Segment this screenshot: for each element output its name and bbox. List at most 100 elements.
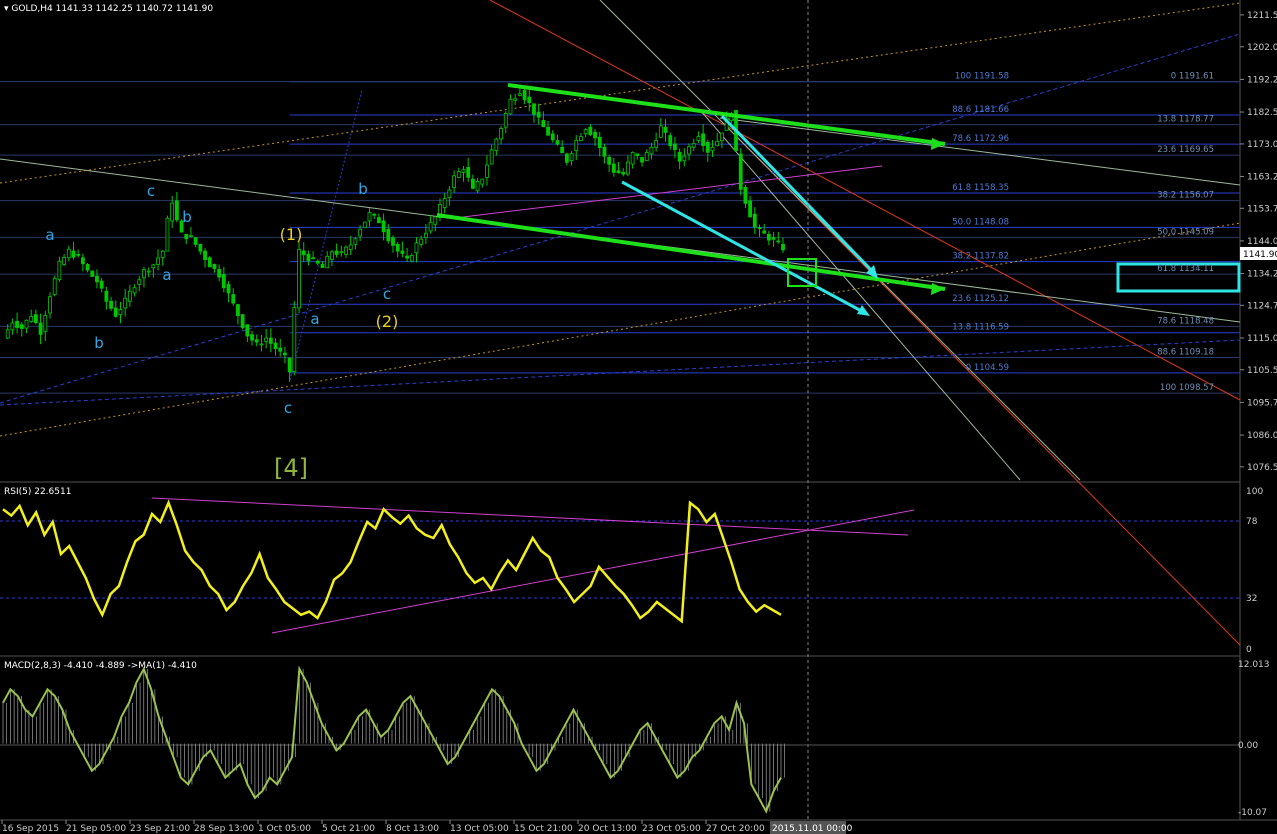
candle-body [15, 320, 19, 328]
fib-left-label: 0 1104.59 [966, 363, 1009, 373]
candle-body [748, 200, 753, 218]
candle-body [52, 277, 57, 295]
candle-body [146, 270, 151, 273]
fib-left-label: 61.8 1158.35 [952, 183, 1009, 193]
candle-body [480, 178, 485, 185]
macd-tick-max: 12.013 [1238, 660, 1270, 670]
candle-body [752, 213, 757, 228]
candle-body [532, 103, 536, 115]
candle-body [489, 149, 494, 165]
fib-left-label: 13.8 1116.59 [952, 323, 1009, 333]
candle-body [372, 213, 377, 216]
candle-body [283, 352, 287, 356]
candle-body [513, 98, 518, 101]
time-tick-label: 23 Oct 05:00 [642, 824, 701, 834]
price-tick-label: 1134.28 [1247, 270, 1277, 280]
candle-body [142, 269, 146, 279]
candle-body [315, 260, 320, 264]
candle-body [400, 250, 405, 254]
fib-right-label: 38.2 1156.07 [1157, 191, 1214, 201]
candle-body [137, 279, 142, 285]
price-tick-label: 1163.28 [1247, 172, 1277, 182]
price-tick-label: 1115.03 [1247, 334, 1277, 344]
candle-body [99, 280, 104, 289]
wave-label-c2: c [284, 399, 292, 417]
candle-body [687, 146, 691, 155]
candle-body [673, 143, 677, 150]
wave-label-b2: b [182, 208, 192, 226]
candle-body [301, 250, 306, 256]
candle-body [259, 343, 264, 346]
cursor-time-label: 2015.11.01 00:00 [772, 824, 853, 834]
candle-body [19, 324, 24, 330]
candle-body [29, 316, 34, 322]
time-tick-label: 16 Sep 2015 [2, 824, 59, 834]
candle-body [325, 255, 330, 269]
candle-body [550, 133, 555, 141]
price-tick-label: 1202.03 [1247, 43, 1277, 53]
candle-body [358, 228, 363, 237]
candle-body [278, 347, 283, 352]
candle-body [10, 322, 15, 331]
price-tick-label: 1124.78 [1247, 301, 1277, 311]
candle-body [442, 198, 447, 208]
candle-body [71, 250, 76, 258]
candle-body [649, 146, 654, 155]
candle-body [104, 290, 109, 302]
candle-body [616, 170, 621, 174]
candle-body [377, 217, 381, 224]
fib-right-label: 23.6 1169.65 [1157, 145, 1214, 155]
candle-body [470, 178, 475, 189]
wave-label-1: (1) [280, 225, 303, 244]
candle-body [95, 275, 99, 283]
candle-body [485, 164, 489, 178]
candle-body [475, 181, 480, 192]
candle-body [320, 264, 325, 268]
candle-body [43, 315, 48, 332]
fib-right-label: 13.8 1178.77 [1157, 115, 1214, 125]
price-tick-label: 1192.28 [1247, 75, 1277, 85]
price-tick-label: 1211.55 [1247, 11, 1277, 21]
candle-body [668, 135, 673, 147]
candle-body [555, 140, 560, 145]
candle-body [156, 257, 160, 265]
candle-body [292, 307, 297, 372]
candle-body [583, 129, 588, 135]
candle-body [508, 98, 513, 115]
fib-left-label: 78.6 1172.96 [952, 134, 1009, 144]
candle-body [536, 111, 541, 118]
price-tick-label: 1105.53 [1247, 366, 1277, 376]
candle-body [452, 175, 456, 188]
candle-body [362, 221, 367, 229]
candle-body [334, 250, 339, 255]
candle-body [207, 257, 212, 268]
candle-body [367, 212, 372, 222]
candle-body [433, 216, 438, 225]
macd-tick-zero: 0.00 [1238, 741, 1258, 751]
candle-body [127, 290, 132, 302]
candle-body [113, 307, 118, 317]
candle-body [24, 319, 29, 329]
candle-body [738, 153, 743, 190]
candle-body [644, 152, 649, 162]
candle-body [80, 257, 85, 265]
trading-chart[interactable]: 100 1191.58 88.6 1181.66 78.6 1172.96 61.8 … [0, 0, 1277, 834]
candle-body [423, 232, 428, 239]
fib-left-label: 88.6 1181.66 [952, 105, 1009, 115]
macd-label: MACD(2,8,3) -4.410 -4.889 ->MA(1) -4.410 [4, 661, 197, 671]
header-dropdown-icon: ▾ [4, 4, 11, 14]
candle-body [767, 233, 771, 241]
wave-label-4: [4] [274, 454, 308, 482]
candle-body [776, 240, 781, 243]
candle-body [654, 140, 659, 148]
time-tick-label: 13 Oct 05:00 [450, 824, 509, 834]
candle-body [273, 342, 278, 350]
candle-body [541, 120, 546, 128]
candle-body [466, 166, 471, 178]
candle-body [405, 255, 409, 259]
time-tick-label: 20 Oct 13:00 [578, 824, 637, 834]
candle-body [409, 255, 414, 262]
candle-body [456, 171, 461, 178]
candle-body [198, 243, 203, 252]
candle-body [569, 153, 574, 162]
